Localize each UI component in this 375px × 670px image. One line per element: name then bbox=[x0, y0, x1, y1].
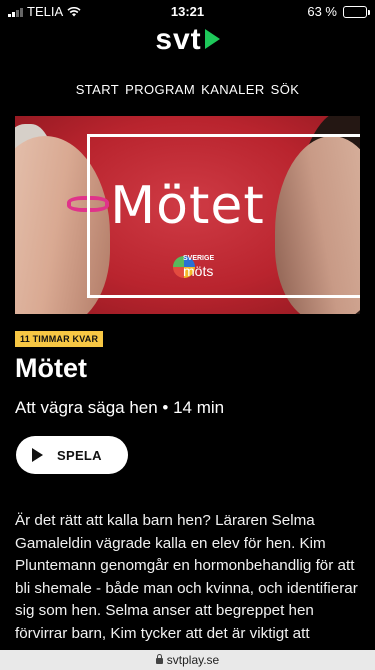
nav-item-kanaler[interactable]: KANALER bbox=[201, 82, 265, 97]
battery-icon bbox=[343, 5, 370, 18]
browser-url-bar[interactable]: svtplay.se bbox=[0, 650, 375, 670]
status-right: 63 % bbox=[307, 4, 370, 19]
episode-description: Är det rätt att kalla barn hen? Läraren … bbox=[15, 512, 358, 648]
badge-bottom-text: möts bbox=[183, 263, 214, 279]
program-title: Mötet bbox=[15, 353, 87, 383]
nav-item-program[interactable]: PROGRAM bbox=[125, 82, 195, 97]
logo-text: svt bbox=[155, 23, 202, 56]
url-text: svtplay.se bbox=[166, 653, 220, 667]
main-nav: START PROGRAM KANALER SÖK bbox=[0, 82, 375, 97]
play-button-label: SPELA bbox=[57, 447, 102, 463]
svt-logo[interactable]: svt bbox=[0, 22, 375, 58]
logo-play-icon bbox=[204, 29, 220, 49]
status-bar: TELIA 13:21 63 % bbox=[0, 0, 375, 22]
time-left-badge: 11 TIMMAR KVAR bbox=[15, 331, 104, 347]
badge-top-text: SVERIGE bbox=[183, 255, 215, 262]
nav-item-sok[interactable]: SÖK bbox=[271, 82, 300, 97]
sverige-mots-logo: SVERIGE möts bbox=[173, 254, 223, 282]
lock-icon bbox=[155, 654, 163, 664]
nav-item-start[interactable]: START bbox=[76, 82, 119, 97]
hero-image[interactable]: Mötet SVERIGE möts bbox=[15, 116, 360, 314]
play-icon bbox=[32, 448, 43, 462]
hero-title: Mötet bbox=[110, 176, 265, 236]
play-button[interactable]: SPELA bbox=[16, 436, 128, 474]
episode-subtitle: Att vägra säga hen • 14 min bbox=[15, 398, 225, 417]
battery-percent: 63 % bbox=[307, 4, 337, 19]
